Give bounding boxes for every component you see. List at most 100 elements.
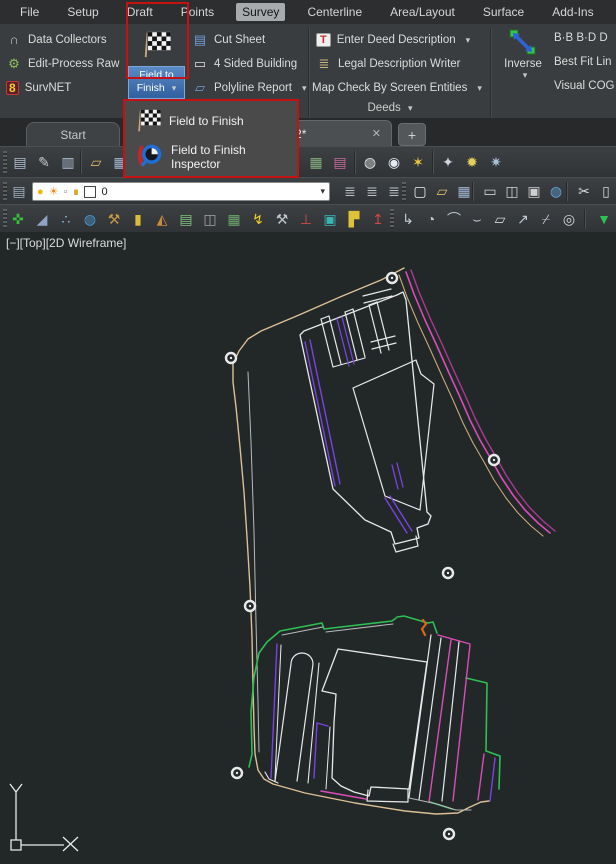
close-icon[interactable]: ✕ xyxy=(372,127,381,140)
field-to-finish-button[interactable]: Field to Finish ▾ xyxy=(128,28,185,99)
point-node-marker[interactable] xyxy=(443,568,453,578)
survey-linework[interactable] xyxy=(326,727,330,789)
survey-linework[interactable] xyxy=(442,642,459,801)
survey-linework[interactable] xyxy=(337,319,349,366)
viewport-controls-label[interactable]: [−][Top][2D Wireframe] xyxy=(6,236,126,250)
ribbon-item-enter-deed-description[interactable]: TEnter Deed Description▾ xyxy=(316,31,470,49)
best-fit-line-button[interactable]: Best Fit Lin xyxy=(554,56,612,72)
pickaxe-icon[interactable]: ⚒ xyxy=(104,209,124,229)
menu-item-field-to-finish[interactable]: Field to Finish xyxy=(127,104,295,138)
point-node-marker[interactable] xyxy=(245,601,255,611)
survey-linework[interactable] xyxy=(305,342,335,486)
layer-vp-freeze-icon[interactable]: ▫ xyxy=(64,186,68,198)
angle-icon[interactable]: ◔ xyxy=(421,209,441,229)
arc-icon[interactable]: ⌒ xyxy=(444,209,464,229)
model-space-viewport[interactable]: [−][Top][2D Wireframe] xyxy=(0,232,616,864)
menu-item-survey[interactable]: Survey xyxy=(236,3,285,21)
survey-linework[interactable] xyxy=(322,649,427,796)
layer-unlock-icon[interactable]: ∎ xyxy=(72,185,79,198)
glow-dots-icon[interactable]: ✷ xyxy=(486,153,506,173)
point-node-marker[interactable] xyxy=(387,273,397,283)
ribbon-item-survnet[interactable]: 8SurvNET xyxy=(6,79,71,97)
lightning-icon[interactable]: ↯ xyxy=(248,209,268,229)
layer-control-combobox[interactable]: ● ☀ ▫ ∎ 0 ▾ xyxy=(32,182,330,201)
inverse-button[interactable]: Inverse ▾ xyxy=(498,28,548,94)
cut-scissors-icon[interactable]: ✂ xyxy=(574,182,594,202)
point-node-marker[interactable] xyxy=(444,829,454,839)
layer-properties-icon[interactable]: ▤ xyxy=(9,182,29,202)
ribbon-item-polyline-report[interactable]: ▱Polyline Report▾ xyxy=(192,79,307,97)
survey-linework[interactable] xyxy=(466,678,500,789)
menu-item-add-ins[interactable]: Add-Ins xyxy=(546,3,599,21)
survey-linework[interactable] xyxy=(233,268,489,814)
point-node-marker[interactable] xyxy=(232,768,242,778)
globe-icon[interactable]: ◍ xyxy=(80,209,100,229)
line-cross-icon[interactable]: ⌿ xyxy=(536,209,556,229)
survey-linework[interactable] xyxy=(371,336,395,342)
survey-linework[interactable] xyxy=(392,465,398,489)
landscape-icon[interactable]: ▦ xyxy=(224,209,244,229)
field-to-finish-label[interactable]: Field to Finish ▾ xyxy=(128,66,185,99)
save-file-icon[interactable]: ▦ xyxy=(454,182,474,202)
copy-doc-icon[interactable]: ▯ xyxy=(596,182,616,202)
toolbar-grip[interactable] xyxy=(3,151,7,174)
layer-state3-icon[interactable]: ≣ xyxy=(384,182,404,202)
survey-linework[interactable] xyxy=(429,640,451,802)
new-tab-button[interactable]: + xyxy=(398,123,426,146)
point-import-icon[interactable]: ▤ xyxy=(10,153,30,173)
web-globe-icon[interactable]: ◍ xyxy=(546,182,566,202)
survey-linework[interactable] xyxy=(353,360,434,510)
ribbon-item-cut-sheet[interactable]: ▤Cut Sheet xyxy=(192,31,265,49)
regen-icon[interactable]: ◍ xyxy=(360,153,380,173)
menu-item-file[interactable]: File xyxy=(14,3,45,21)
print-icon[interactable]: ▭ xyxy=(480,182,500,202)
deeds-panel-label[interactable]: Deeds ▾ xyxy=(310,102,470,114)
survey-linework[interactable] xyxy=(314,723,317,778)
sketch-icon[interactable]: ✎ xyxy=(34,153,54,173)
survey-linework[interactable] xyxy=(453,645,470,801)
view-eye-icon[interactable]: ◉ xyxy=(384,153,404,173)
survey-linework[interactable] xyxy=(321,316,329,319)
layer-thaw-sun-icon[interactable]: ☀ xyxy=(49,185,59,198)
toolbar-grip[interactable] xyxy=(3,209,7,229)
curve-icon[interactable]: ⌣ xyxy=(467,209,487,229)
light-scene-icon[interactable]: ✹ xyxy=(462,153,482,173)
print-preview-icon[interactable]: ◫ xyxy=(502,182,522,202)
driller-icon[interactable]: ⊥ xyxy=(296,209,316,229)
toolbar-grip[interactable] xyxy=(3,182,7,201)
survey-linework[interactable] xyxy=(317,723,328,726)
survey-linework[interactable] xyxy=(372,343,396,349)
pin-sparkle-icon[interactable]: ✦ xyxy=(438,153,458,173)
surveyor-icon[interactable]: ✜ xyxy=(8,209,28,229)
target-icon[interactable]: ◎ xyxy=(559,209,579,229)
hopper-icon[interactable]: ◫ xyxy=(200,209,220,229)
point-symbol-buttons[interactable]: B·B B·D D xyxy=(554,32,608,48)
magic-wand-icon[interactable]: ✶ xyxy=(408,153,428,173)
palette-icon[interactable]: ▤ xyxy=(330,153,350,173)
spray-icon[interactable]: ∴ xyxy=(56,209,76,229)
dump-truck-icon[interactable]: ▛ xyxy=(344,209,364,229)
survey-linework[interactable] xyxy=(345,309,353,312)
polyline-arrow-icon[interactable]: ↳ xyxy=(398,209,418,229)
new-file-icon[interactable]: ▢ xyxy=(410,182,430,202)
survey-linework[interactable] xyxy=(397,463,403,487)
clipboard-icon[interactable]: ▤ xyxy=(176,209,196,229)
survey-linework[interactable] xyxy=(438,635,470,644)
menu-item-setup[interactable]: Setup xyxy=(61,3,104,21)
ribbon-item-edit-process-raw[interactable]: ⚙Edit-Process Raw xyxy=(6,55,119,73)
menu-item-surface[interactable]: Surface xyxy=(477,3,530,21)
bearing-icon[interactable]: ↗ xyxy=(513,209,533,229)
survey-linework[interactable] xyxy=(310,340,340,484)
survey-linework[interactable] xyxy=(478,754,484,800)
road-icon[interactable]: ◢ xyxy=(32,209,52,229)
point-export-icon[interactable]: ▥ xyxy=(58,153,78,173)
point-node-marker[interactable] xyxy=(226,353,236,363)
menu-item-points[interactable]: Points xyxy=(175,3,220,21)
toolbar-grip[interactable] xyxy=(390,209,394,229)
point-node-marker[interactable] xyxy=(489,455,499,465)
chevron-down-icon[interactable]: ▾ xyxy=(320,186,325,197)
layer-on-bulb-icon[interactable]: ● xyxy=(37,186,44,198)
tab-start[interactable]: Start xyxy=(26,122,120,147)
menu-item-draft[interactable]: Draft xyxy=(121,3,159,21)
visual-cogo-button[interactable]: Visual COG xyxy=(554,80,615,96)
